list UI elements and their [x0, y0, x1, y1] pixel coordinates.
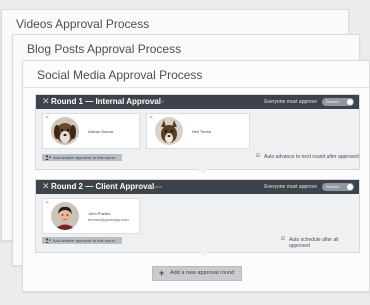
checkbox-checked-icon[interactable]: ☑ [280, 236, 286, 242]
approver-email: brenda@gmmapp.com [88, 217, 129, 222]
change-name-link[interactable]: change name [138, 184, 162, 189]
round-connector [197, 251, 209, 257]
approver-card[interactable]: ✕ John Pueblo brenda@gmmapp.com [42, 198, 140, 234]
close-icon[interactable]: ✕ [42, 181, 50, 192]
add-round-label: Add a new approval round [170, 270, 235, 276]
plus-icon: + [159, 268, 165, 278]
everyone-must-approve-toggle[interactable]: Enabled [322, 183, 354, 191]
add-person-icon [45, 238, 51, 243]
add-round-button[interactable]: + Add a new approval round [152, 266, 242, 281]
everyone-must-approve-toggle[interactable]: Enabled [322, 98, 354, 106]
add-approver-label: Add another approver to this round [53, 238, 115, 243]
round-1-panel: ✕ Round 1 — Internal Approval change nam… [35, 94, 360, 170]
round-1-header: ✕ Round 1 — Internal Approval change nam… [36, 95, 359, 109]
change-name-link[interactable]: change name [140, 99, 164, 104]
close-icon[interactable]: ✕ [45, 200, 49, 206]
approver-name: John Pueblo [88, 211, 111, 216]
videos-approval-title: Videos Approval Process [16, 17, 150, 31]
auto-schedule-label: Auto schedule after all approved [289, 237, 339, 249]
close-icon[interactable]: ✕ [149, 115, 153, 121]
everyone-must-approve-label: Everyone must approve [264, 184, 317, 190]
toggle-knob [347, 184, 353, 190]
toggle-knob [347, 99, 353, 105]
close-icon[interactable]: ✕ [45, 115, 49, 121]
checkbox-checked-icon[interactable]: ☑ [255, 153, 261, 159]
avatar [155, 117, 183, 145]
add-approver-button[interactable]: Add another approver to this round [42, 154, 122, 161]
approver-name: Nell Torres [192, 129, 212, 134]
approver-card[interactable]: ✕ Nell Torres [146, 113, 250, 149]
toggle-text: Enabled [326, 100, 339, 104]
add-approver-button[interactable]: Add another approver to this round [42, 237, 122, 244]
approver-name: Atticus Garcia [88, 129, 113, 134]
toggle-text: Enabled [326, 185, 339, 189]
blog-approval-title: Blog Posts Approval Process [27, 42, 182, 56]
auto-advance-label: Auto advance to next round after approve… [264, 154, 359, 160]
approver-card[interactable]: ✕ Atticus Garcia [42, 113, 140, 149]
round-2-panel: ✕ Round 2 — Client Approval change name … [35, 179, 360, 253]
close-icon[interactable]: ✕ [42, 96, 50, 107]
social-approval-title: Social Media Approval Process [37, 68, 203, 82]
add-person-icon [45, 155, 51, 160]
title-divider [23, 87, 369, 88]
avatar [51, 202, 79, 230]
round-connector [197, 168, 209, 174]
add-approver-label: Add another approver to this round [53, 155, 115, 160]
social-approval-card: Social Media Approval Process ✕ Round 1 … [22, 60, 370, 292]
round-2-header: ✕ Round 2 — Client Approval change name … [36, 180, 359, 194]
everyone-must-approve-label: Everyone must approve [264, 99, 317, 105]
avatar [51, 117, 79, 145]
